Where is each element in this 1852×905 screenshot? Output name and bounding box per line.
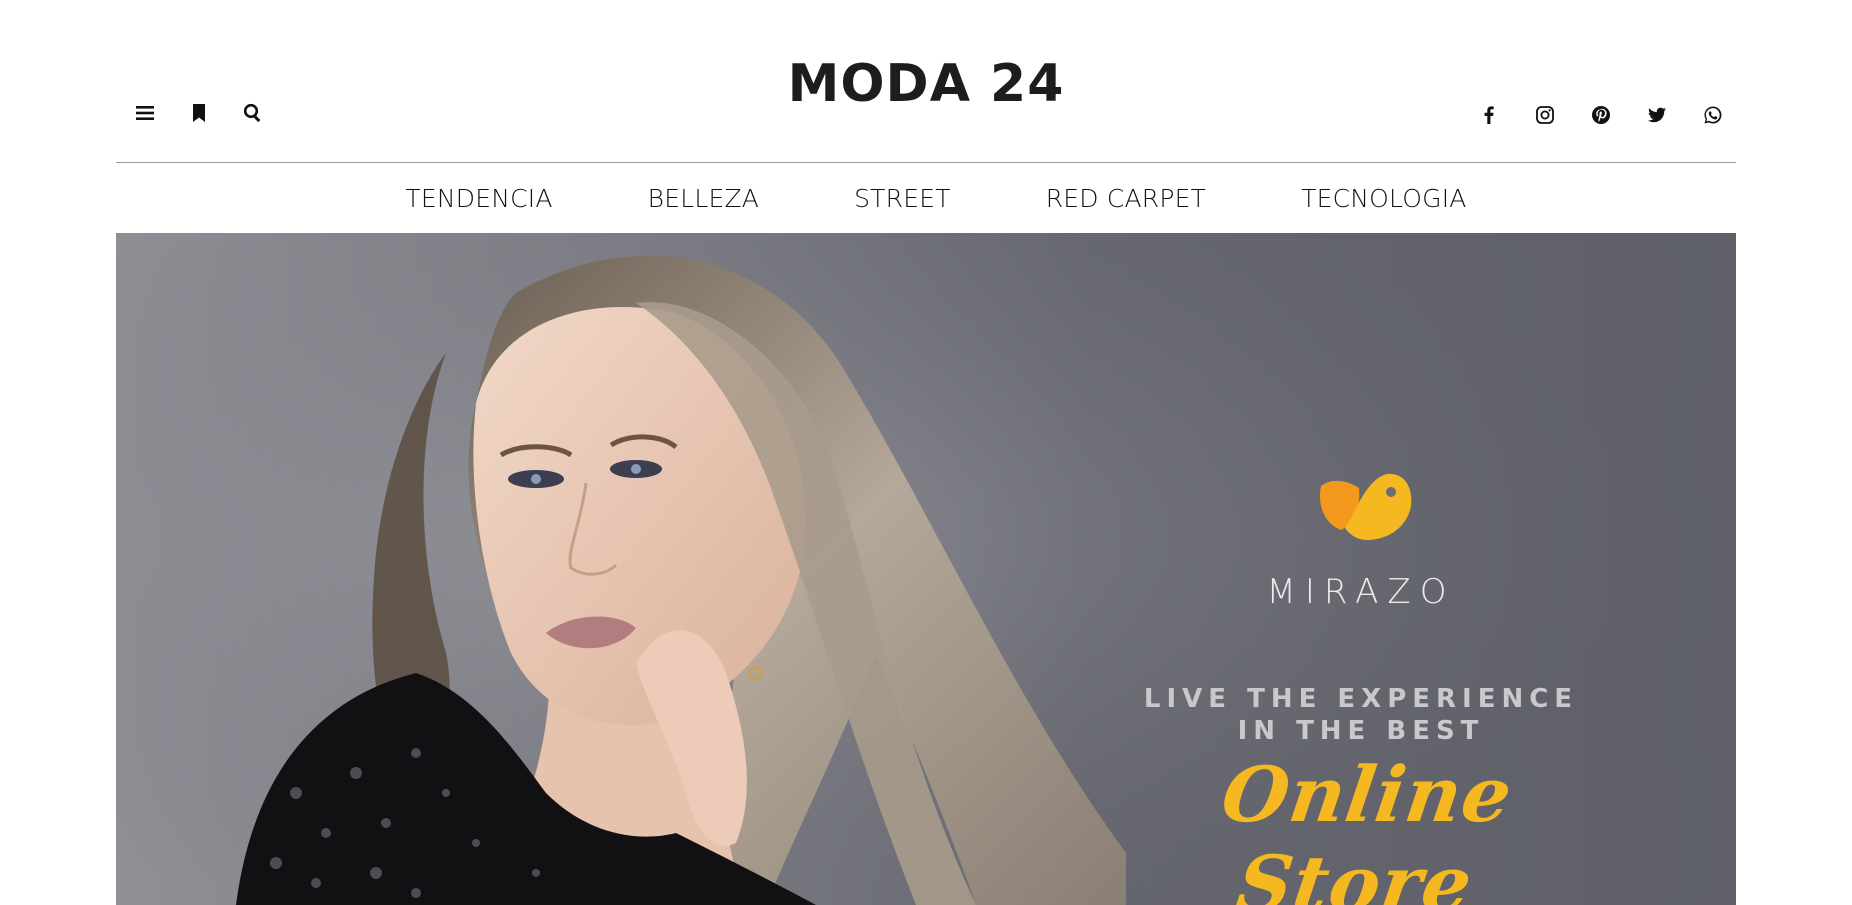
nav-item-tendencia[interactable]: TENDENCIA	[405, 184, 552, 213]
nav-item-belleza[interactable]: BELLEZA	[648, 184, 759, 213]
nav-item-street[interactable]: STREET	[854, 184, 951, 213]
pinterest-icon[interactable]	[1586, 100, 1616, 130]
brand-name: MIRAZO	[1266, 572, 1456, 612]
nav-item-tecnologia[interactable]: TECNOLOGIA	[1301, 184, 1466, 213]
site-title[interactable]: MODA 24	[788, 54, 1065, 114]
main-nav: TENDENCIA BELLEZA STREET RED CARPET TECN…	[116, 163, 1736, 233]
tagline-line-1: LIVE THE EXPERIENCE	[1143, 684, 1579, 714]
tagline-script: Online Store	[1216, 750, 1518, 905]
mirazo-logo-icon	[1319, 473, 1412, 540]
tagline-line-2: IN THE BEST	[1237, 716, 1485, 746]
instagram-icon[interactable]	[1530, 100, 1560, 130]
nav-item-red-carpet[interactable]: RED CARPET	[1046, 184, 1206, 213]
social-links	[1474, 100, 1728, 130]
twitter-icon[interactable]	[1642, 100, 1672, 130]
whatsapp-icon[interactable]	[1698, 100, 1728, 130]
facebook-icon[interactable]	[1474, 100, 1504, 130]
site-header: MODA 24	[116, 0, 1736, 163]
brand-advert: MIRAZO LIVE THE EXPERIENCE IN THE BEST O…	[1126, 458, 1596, 905]
hero-banner[interactable]: MIRAZO LIVE THE EXPERIENCE IN THE BEST O…	[116, 233, 1736, 905]
